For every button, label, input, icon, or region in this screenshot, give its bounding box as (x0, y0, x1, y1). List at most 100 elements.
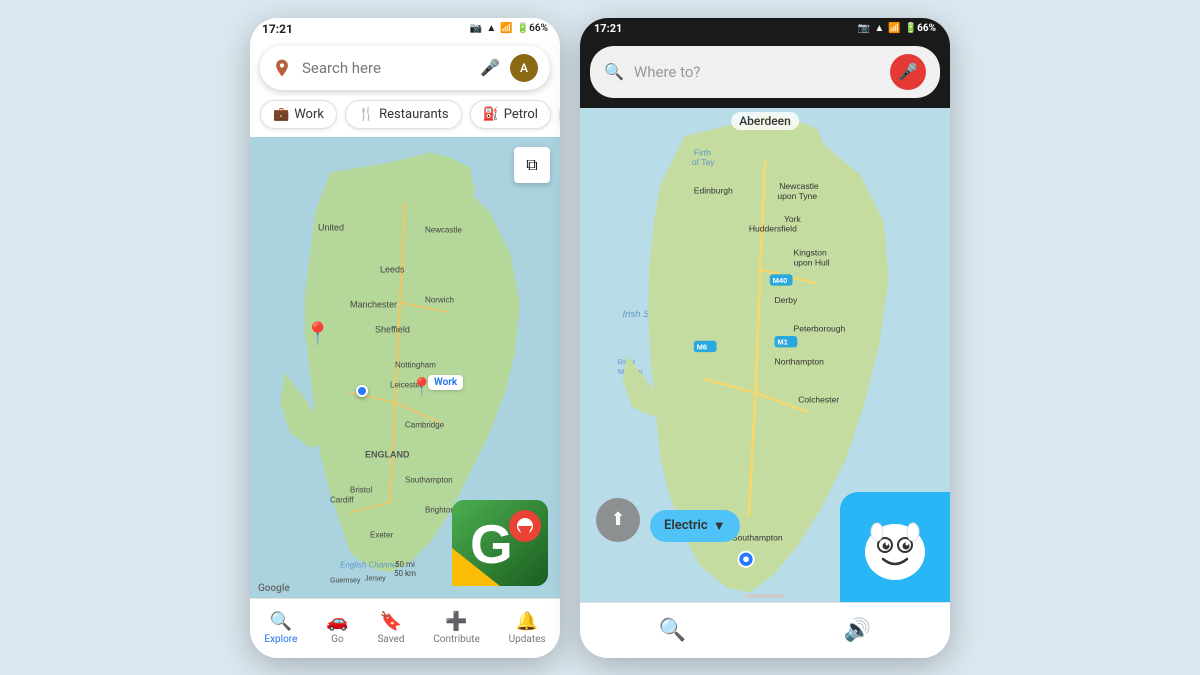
google-maps-phone: 17:21 📷 ▲ 📶 🔋66% Search here 🎤 A (250, 18, 560, 658)
saved-icon: 🔖 (380, 611, 402, 632)
waze-bottom-nav: 🔍 🔊 (580, 602, 950, 658)
google-map-area[interactable]: Leeds Manchester Sheffield Nottingham Le… (250, 137, 560, 598)
quick-actions-bar: 💼 Work 🍴 Restaurants ⛽ Petrol 🛒 Groce... (250, 96, 560, 137)
location-pin-red: 📍 (304, 322, 331, 347)
nav-go[interactable]: 🚗 Go (326, 611, 348, 645)
waze-camera-icon: 📷 (858, 23, 870, 34)
waze-nav-volume[interactable]: 🔊 (836, 608, 880, 652)
svg-text:Newcastle: Newcastle (425, 225, 462, 234)
svg-text:of Tay: of Tay (692, 157, 715, 167)
google-status-icons: 📷 ▲ 📶 🔋66% (470, 23, 548, 34)
waze-mascot-icon[interactable] (840, 492, 950, 602)
go-icon: 🚗 (326, 611, 348, 632)
search-input-container[interactable]: Search here 🎤 A (260, 46, 550, 90)
svg-text:Newcastle: Newcastle (779, 180, 819, 190)
search-placeholder[interactable]: Search here (302, 59, 470, 77)
svg-text:Derby: Derby (775, 294, 799, 304)
svg-text:Norwich: Norwich (425, 295, 454, 304)
svg-text:Peterborough: Peterborough (794, 323, 846, 333)
quick-action-petrol[interactable]: ⛽ Petrol (470, 100, 551, 129)
waze-microphone-icon: 🎤 (898, 62, 918, 81)
updates-icon: 🔔 (516, 611, 538, 632)
work-label: Work (294, 107, 324, 122)
svg-text:York: York (784, 214, 802, 224)
waze-search-icon: 🔍 (604, 62, 624, 81)
waze-time: 17:21 (594, 22, 622, 35)
svg-text:Northampton: Northampton (775, 356, 825, 366)
work-pin-label: Work (428, 375, 463, 390)
svg-text:ENGLAND: ENGLAND (365, 449, 410, 459)
svg-text:Nottingham: Nottingham (395, 360, 436, 369)
waze-status-icons: 📷 ▲ 📶 🔋66% (858, 23, 936, 34)
svg-text:Leeds: Leeds (380, 264, 405, 274)
svg-text:English Channel: English Channel (340, 560, 398, 569)
waze-status-bar: 17:21 📷 ▲ 📶 🔋66% (580, 18, 950, 40)
user-location-dot (356, 385, 368, 397)
svg-text:M1: M1 (777, 337, 788, 346)
petrol-label: Petrol (504, 107, 538, 122)
svg-text:Southampton: Southampton (732, 532, 783, 542)
svg-text:Kingston: Kingston (794, 247, 828, 257)
waze-wifi-icon: 📶 (888, 23, 900, 34)
waze-mic-button[interactable]: 🎤 (890, 54, 926, 90)
navigation-arrow-icon: ⬆ (610, 509, 625, 530)
svg-text:Manchester: Manchester (350, 299, 397, 309)
explore-label: Explore (264, 634, 297, 645)
nav-explore[interactable]: 🔍 Explore (264, 611, 297, 645)
svg-text:Edinburgh: Edinburgh (694, 185, 733, 195)
waze-nav-search[interactable]: 🔍 (651, 608, 695, 652)
aberdeen-city-label: Aberdeen (731, 112, 799, 130)
google-search-bar: Search here 🎤 A (250, 40, 560, 96)
go-label: Go (331, 634, 344, 645)
scale-bar: 50 mi50 km (394, 560, 416, 578)
svg-text:Firth: Firth (694, 147, 711, 157)
petrol-icon: ⛽ (483, 107, 499, 122)
svg-text:Bristol: Bristol (350, 485, 372, 494)
contribute-icon: ➕ (445, 611, 467, 632)
fork-icon: 🍴 (358, 107, 374, 122)
electric-label: Electric (664, 518, 708, 533)
waze-search-nav-icon: 🔍 (659, 618, 686, 643)
google-maps-app-icon: G (450, 498, 550, 588)
waze-face-svg (855, 507, 935, 587)
svg-text:Sheffield: Sheffield (375, 324, 410, 334)
microphone-icon[interactable]: 🎤 (480, 58, 500, 77)
svg-text:G: G (470, 513, 513, 575)
svg-text:upon Hull: upon Hull (794, 257, 830, 267)
waze-map-area[interactable]: Aberdeen Irish Sea River Mersey Thames E… (580, 108, 950, 602)
saved-label: Saved (377, 634, 404, 645)
briefcase-icon: 💼 (273, 107, 289, 122)
waze-phone: 17:21 📷 ▲ 📶 🔋66% 🔍 Where to? 🎤 Aberdeen (580, 18, 950, 658)
main-container: 17:21 📷 ▲ 📶 🔋66% Search here 🎤 A (0, 0, 1200, 675)
svg-text:Cambridge: Cambridge (405, 420, 445, 429)
quick-action-groceries[interactable]: 🛒 Groce... (559, 100, 560, 129)
restaurants-label: Restaurants (379, 107, 448, 122)
nav-updates[interactable]: 🔔 Updates (509, 611, 546, 645)
user-avatar[interactable]: A (510, 54, 538, 82)
svg-text:Guernsey: Guernsey (330, 577, 361, 584)
svg-text:Cardiff: Cardiff (330, 495, 354, 504)
google-time: 17:21 (262, 22, 293, 36)
electric-filter-button[interactable]: Electric ▼ (650, 510, 740, 542)
svg-text:Colchester: Colchester (798, 394, 839, 404)
signal-icon: ▲ (486, 23, 496, 34)
waze-signal-icon: ▲ (874, 23, 884, 34)
quick-action-restaurants[interactable]: 🍴 Restaurants (345, 100, 462, 129)
svg-text:Huddersfield: Huddersfield (749, 223, 797, 233)
waze-search-placeholder[interactable]: Where to? (634, 63, 880, 81)
google-watermark: Google (258, 583, 290, 594)
waze-search-bar: 🔍 Where to? 🎤 (580, 40, 950, 108)
svg-text:Jersey: Jersey (365, 575, 386, 582)
svg-text:Southampton: Southampton (405, 475, 453, 484)
wifi-icon: 📶 (500, 23, 512, 34)
nav-contribute[interactable]: ➕ Contribute (433, 611, 480, 645)
quick-action-work[interactable]: 💼 Work (260, 100, 337, 129)
battery-icon: 🔋66% (517, 23, 548, 34)
waze-location-button[interactable]: ⬆ (596, 498, 640, 542)
nav-saved[interactable]: 🔖 Saved (377, 611, 404, 645)
waze-search-input-container[interactable]: 🔍 Where to? 🎤 (590, 46, 940, 98)
waze-battery-icon: 🔋66% (905, 23, 936, 34)
contribute-label: Contribute (433, 634, 480, 645)
layers-button[interactable]: ⧉ (514, 147, 550, 183)
svg-text:United: United (318, 222, 344, 232)
